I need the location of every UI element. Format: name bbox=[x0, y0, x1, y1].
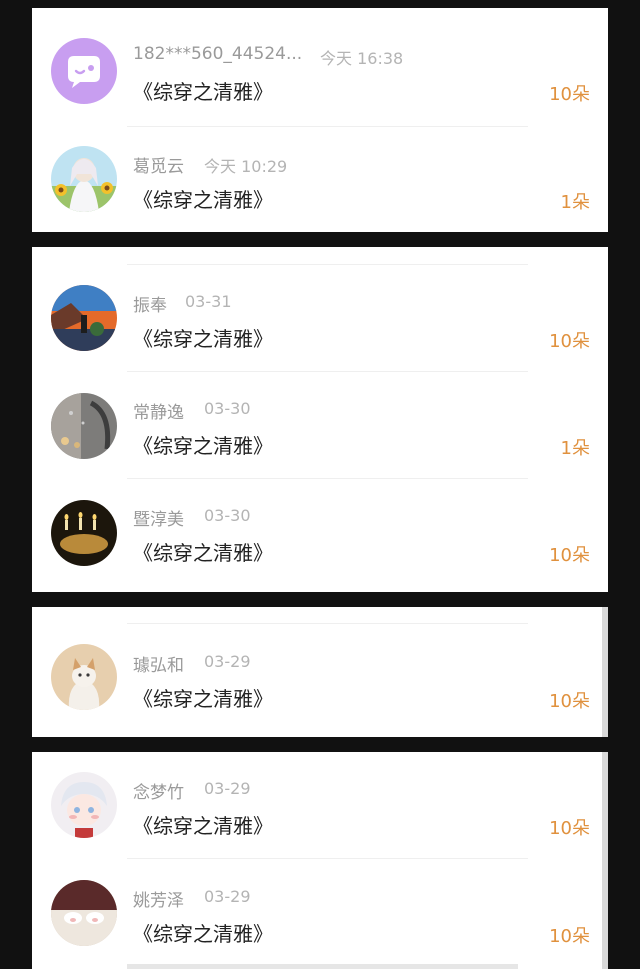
book-title[interactable]: 《综穿之清雅》 bbox=[133, 430, 273, 459]
user-name[interactable]: 振奉 bbox=[133, 291, 167, 316]
gift-row[interactable]: 葛觅云 今天 10:29 《综穿之清雅》 1朵 bbox=[32, 130, 608, 226]
book-title[interactable]: 《综穿之清雅》 bbox=[133, 184, 273, 213]
row-divider bbox=[127, 126, 528, 127]
candles-avatar[interactable] bbox=[51, 500, 117, 566]
anime-girl-sunflower-avatar[interactable] bbox=[51, 146, 117, 212]
user-name[interactable]: 念梦竹 bbox=[133, 778, 184, 803]
book-title[interactable]: 《综穿之清雅》 bbox=[133, 683, 273, 712]
gift-amount: 10朵 bbox=[549, 84, 590, 105]
gift-card-3: 璩弘和 03-29 《综穿之清雅》 10朵 bbox=[32, 607, 608, 737]
book-title[interactable]: 《综穿之清雅》 bbox=[133, 810, 273, 839]
gift-time: 03-29 bbox=[204, 779, 251, 798]
user-name[interactable]: 暨淳美 bbox=[133, 505, 184, 530]
user-name[interactable]: 常静逸 bbox=[133, 398, 184, 423]
sunset-photo-avatar[interactable] bbox=[51, 285, 117, 351]
gift-time: 03-30 bbox=[204, 506, 251, 525]
gift-time: 03-29 bbox=[204, 652, 251, 671]
gift-amount: 10朵 bbox=[549, 818, 590, 839]
gift-card-2: 振奉 03-31 《综穿之清雅》 10朵 常静逸 03-30 《综穿之清雅》 1… bbox=[32, 247, 608, 592]
row-divider bbox=[127, 478, 528, 479]
gift-row[interactable]: 182***560_44524... 今天 16:38 《综穿之清雅》 10朵 bbox=[32, 24, 608, 120]
book-title[interactable]: 《综穿之清雅》 bbox=[133, 537, 273, 566]
gift-card-1: 182***560_44524... 今天 16:38 《综穿之清雅》 10朵 … bbox=[32, 8, 608, 232]
user-name[interactable]: 182***560_44524... bbox=[133, 44, 302, 64]
gift-row[interactable]: 念梦竹 03-29 《综穿之清雅》 10朵 bbox=[32, 756, 608, 852]
bottom-bar-hint bbox=[127, 964, 518, 969]
gift-time: 今天 16:38 bbox=[320, 49, 404, 68]
gift-row[interactable]: 璩弘和 03-29 《综穿之清雅》 10朵 bbox=[32, 629, 608, 725]
gift-time: 03-31 bbox=[185, 292, 232, 311]
row-divider bbox=[127, 371, 528, 372]
user-name[interactable]: 璩弘和 bbox=[133, 651, 184, 676]
chat-bubble-avatar-icon[interactable] bbox=[51, 38, 117, 104]
gift-amount: 1朵 bbox=[560, 438, 590, 459]
row-divider bbox=[127, 264, 528, 265]
anime-boy-avatar[interactable] bbox=[51, 772, 117, 838]
book-title[interactable]: 《综穿之清雅》 bbox=[133, 323, 273, 352]
gift-row[interactable]: 姚芳泽 03-29 《综穿之清雅》 10朵 bbox=[32, 864, 608, 960]
gift-row[interactable]: 暨淳美 03-30 《综穿之清雅》 10朵 bbox=[32, 484, 608, 580]
gift-amount: 1朵 bbox=[560, 192, 590, 213]
rainy-window-avatar[interactable] bbox=[51, 393, 117, 459]
gift-amount: 10朵 bbox=[549, 691, 590, 712]
gift-card-4: 念梦竹 03-29 《综穿之清雅》 10朵 姚芳泽 03-29 《综穿之清雅》 … bbox=[32, 752, 608, 969]
gift-amount: 10朵 bbox=[549, 926, 590, 947]
book-title[interactable]: 《综穿之清雅》 bbox=[133, 76, 273, 105]
gift-amount: 10朵 bbox=[549, 331, 590, 352]
gift-row[interactable]: 振奉 03-31 《综穿之清雅》 10朵 bbox=[32, 269, 608, 365]
cat-avatar[interactable] bbox=[51, 644, 117, 710]
user-name[interactable]: 葛觅云 bbox=[133, 152, 184, 177]
gift-time: 03-30 bbox=[204, 399, 251, 418]
cat-paws-avatar[interactable] bbox=[51, 880, 117, 946]
gift-time: 03-29 bbox=[204, 887, 251, 906]
row-divider bbox=[127, 858, 528, 859]
row-divider bbox=[127, 623, 528, 624]
user-name[interactable]: 姚芳泽 bbox=[133, 886, 184, 911]
gift-time: 今天 10:29 bbox=[204, 157, 288, 176]
gift-amount: 10朵 bbox=[549, 545, 590, 566]
gift-row[interactable]: 常静逸 03-30 《综穿之清雅》 1朵 bbox=[32, 377, 608, 473]
book-title[interactable]: 《综穿之清雅》 bbox=[133, 918, 273, 947]
